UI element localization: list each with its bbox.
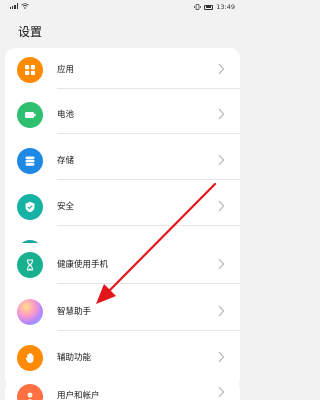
settings-item-label: 存储	[57, 156, 75, 166]
settings-item-storage[interactable]: 存储	[5, 142, 240, 180]
divider	[57, 330, 240, 331]
settings-item-label: 应用	[57, 65, 75, 75]
settings-item-apps[interactable]: 应用	[5, 51, 240, 89]
divider	[57, 179, 240, 180]
settings-card-secondary: 健康使用手机 智慧助手 辅助功能	[5, 243, 240, 388]
status-time: 13:49	[216, 3, 235, 11]
settings-item-users-accounts[interactable]: 用户和帐户	[5, 380, 240, 400]
settings-item-label: 安全	[57, 202, 75, 212]
chevron-right-icon	[218, 63, 225, 75]
divider	[57, 225, 240, 226]
settings-item-label: 辅助功能	[57, 353, 92, 363]
vibrate-icon	[194, 4, 202, 10]
wifi-icon	[21, 3, 29, 9]
status-bar: 13:49	[0, 0, 245, 14]
chevron-right-icon	[218, 258, 225, 270]
status-right: 13:49	[194, 3, 235, 11]
settings-item-label: 电池	[57, 110, 75, 120]
settings-item-accessibility[interactable]: 辅助功能	[5, 339, 240, 377]
chevron-right-icon	[218, 154, 225, 166]
hourglass-icon	[17, 252, 43, 278]
chevron-right-icon	[218, 200, 225, 212]
user-icon	[17, 384, 43, 400]
hand-icon	[17, 345, 43, 371]
settings-item-label: 智慧助手	[57, 307, 92, 317]
storage-icon	[17, 148, 43, 174]
settings-item-security[interactable]: 安全	[5, 188, 240, 226]
smart-assistant-icon	[17, 299, 43, 325]
cell-signal-icon	[10, 3, 18, 9]
divider	[57, 133, 240, 134]
chevron-right-icon	[218, 108, 225, 120]
settings-item-label: 健康使用手机	[57, 260, 109, 270]
settings-item-smart-assistant[interactable]: 智慧助手	[5, 293, 240, 331]
divider	[57, 283, 240, 284]
settings-item-digital-balance[interactable]: 健康使用手机	[5, 246, 240, 284]
shield-check-icon	[17, 194, 43, 220]
settings-card-accounts: 用户和帐户	[5, 380, 240, 400]
settings-item-label: 用户和帐户	[57, 391, 100, 400]
chevron-right-icon	[218, 351, 225, 363]
settings-card-main: 应用 电池 存储 安全 隐私	[5, 48, 240, 276]
divider	[57, 88, 240, 89]
settings-item-battery[interactable]: 电池	[5, 96, 240, 134]
chevron-right-icon	[218, 386, 225, 398]
page-title: 设置	[18, 25, 43, 39]
status-left	[10, 3, 29, 9]
chevron-right-icon	[218, 305, 225, 317]
battery-status-icon	[204, 4, 214, 10]
apps-icon	[17, 57, 43, 83]
battery-icon	[17, 102, 43, 128]
